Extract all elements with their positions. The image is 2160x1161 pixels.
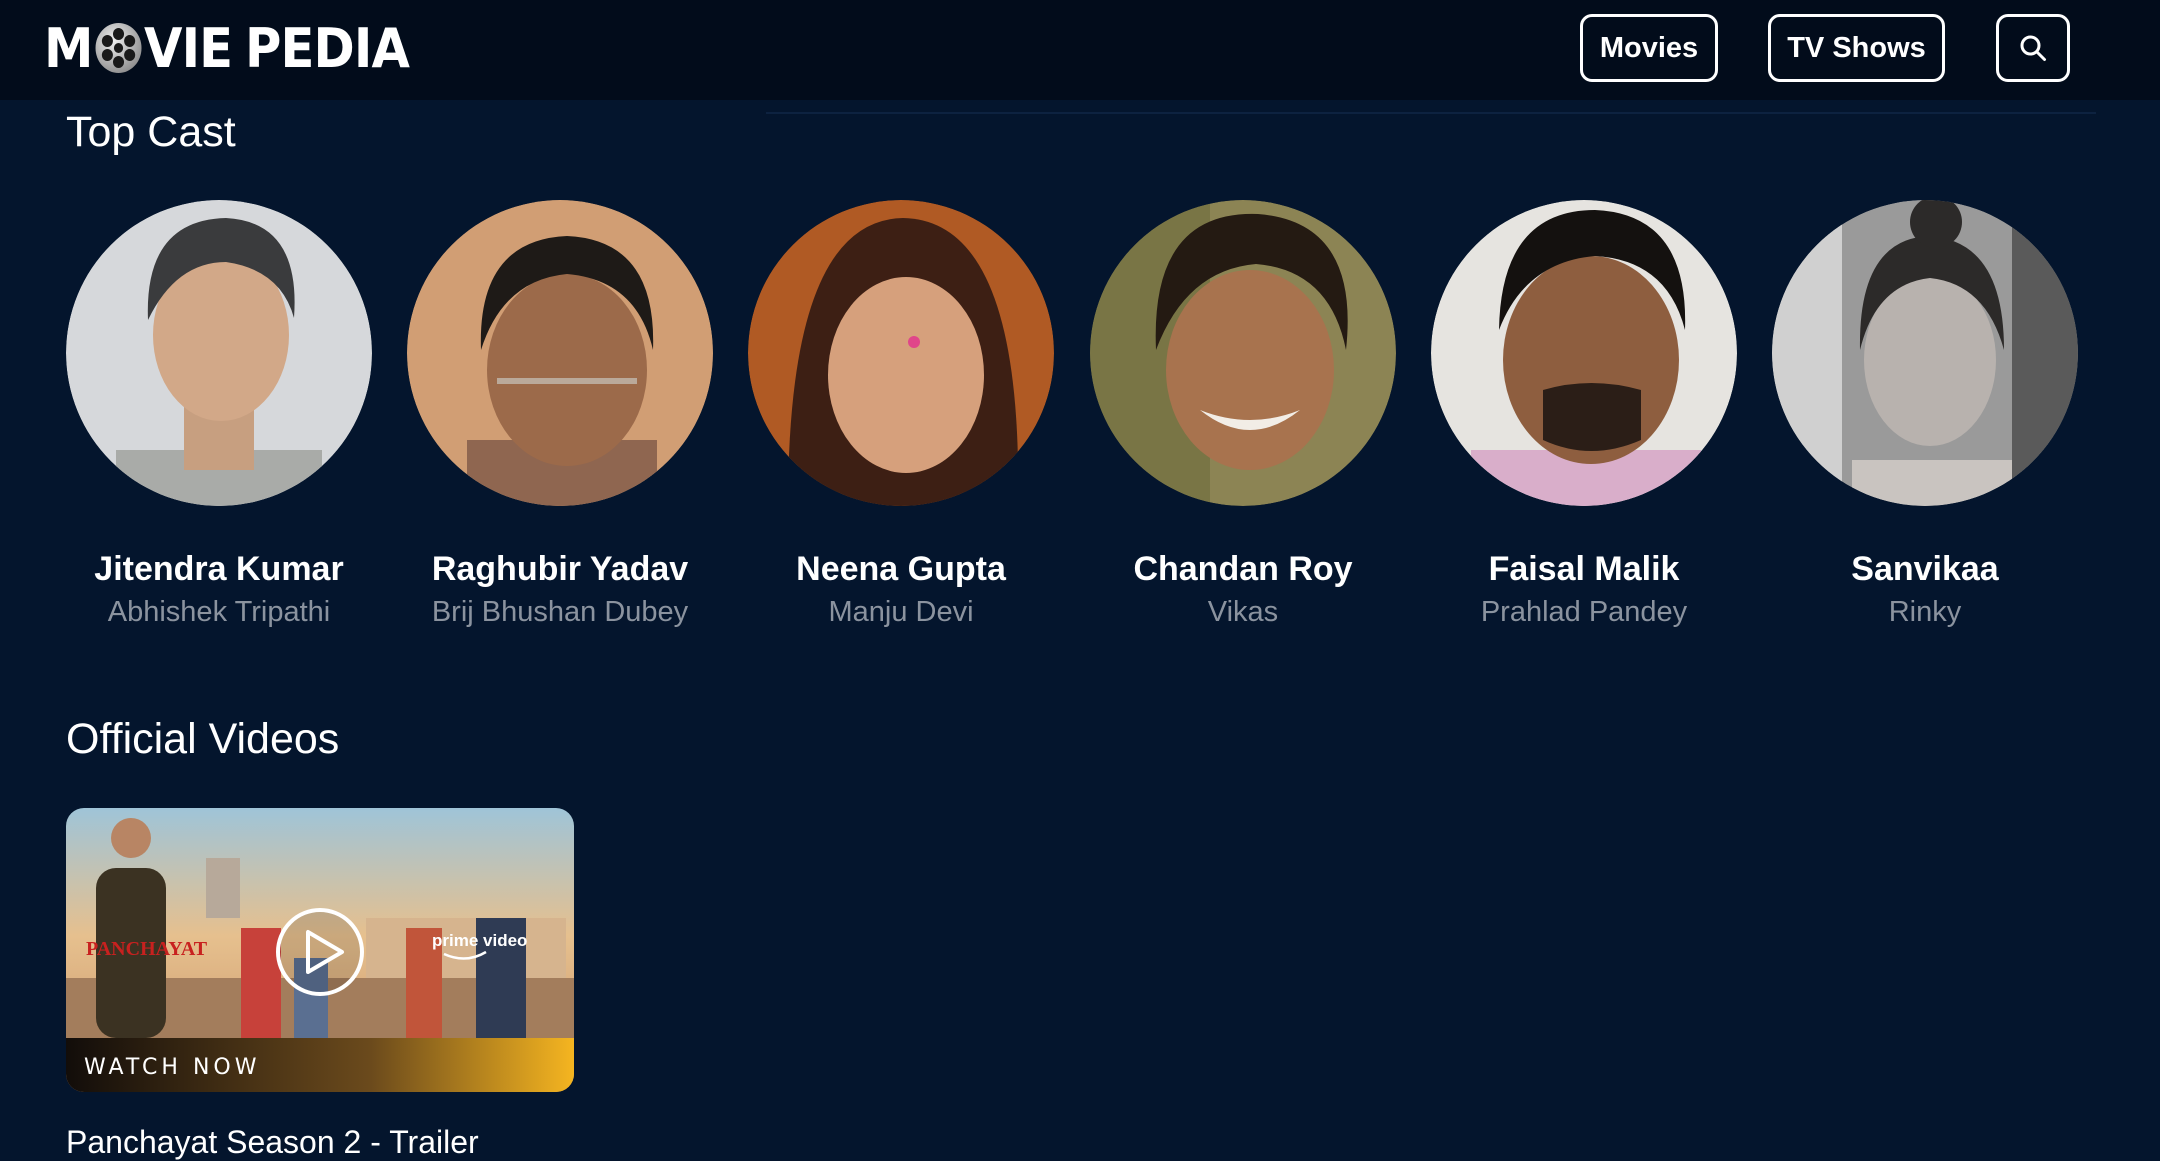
cast-name: Sanvikaa bbox=[1851, 550, 1999, 588]
site-logo[interactable]: M VIE PEDIA bbox=[44, 16, 410, 80]
cast-card[interactable]: Chandan Roy Vikas bbox=[1090, 200, 1396, 628]
tv-shows-nav-button[interactable]: TV Shows bbox=[1768, 14, 1945, 82]
video-thumbnail: PANCHAYAT prime video WATCH NOW bbox=[66, 808, 574, 1092]
cast-card[interactable]: Raghubir Yadav Brij Bhushan Dubey bbox=[407, 200, 713, 628]
cast-photo bbox=[1090, 200, 1396, 506]
section-divider bbox=[766, 112, 2096, 114]
site-header: M VIE PEDIA Movies TV Shows bbox=[0, 0, 2160, 100]
official-videos-heading: Official Videos bbox=[66, 715, 340, 763]
tv-shows-nav-label: TV Shows bbox=[1787, 31, 1926, 64]
cast-name: Neena Gupta bbox=[796, 550, 1006, 588]
logo-text-left: M bbox=[44, 16, 93, 80]
cast-card[interactable]: Jitendra Kumar Abhishek Tripathi bbox=[66, 200, 372, 628]
film-reel-icon bbox=[95, 23, 142, 73]
cast-character: Manju Devi bbox=[828, 596, 974, 628]
cast-photo bbox=[1772, 200, 2078, 506]
cast-name: Jitendra Kumar bbox=[94, 550, 344, 588]
cast-name: Raghubir Yadav bbox=[431, 550, 689, 588]
cast-character: Brij Bhushan Dubey bbox=[431, 596, 689, 628]
movies-nav-label: Movies bbox=[1599, 31, 1699, 64]
cast-card[interactable]: Neena Gupta Manju Devi bbox=[748, 200, 1054, 628]
cast-name: Chandan Roy bbox=[1133, 550, 1353, 588]
cast-character: Abhishek Tripathi bbox=[107, 596, 331, 628]
cast-character: Prahlad Pandey bbox=[1480, 596, 1688, 628]
watch-now-label: WATCH NOW bbox=[84, 1055, 260, 1080]
cast-photo bbox=[66, 200, 372, 506]
cast-card[interactable]: Faisal Malik Prahlad Pandey bbox=[1431, 200, 1737, 628]
logo-text-word2: PEDIA bbox=[245, 16, 410, 80]
cast-card[interactable]: Sanvikaa Rinky bbox=[1772, 200, 2078, 628]
top-cast-heading: Top Cast bbox=[66, 108, 236, 156]
play-icon[interactable] bbox=[276, 908, 364, 996]
video-title[interactable]: Panchayat Season 2 - Trailer bbox=[66, 1124, 479, 1161]
search-icon bbox=[2020, 35, 2046, 61]
cast-character: Vikas bbox=[1207, 596, 1279, 628]
thumbnail-brand: prime video bbox=[432, 931, 527, 950]
movies-nav-button[interactable]: Movies bbox=[1580, 14, 1718, 82]
cast-name: Faisal Malik bbox=[1488, 550, 1680, 588]
search-button[interactable] bbox=[1996, 14, 2070, 82]
cast-photo bbox=[407, 200, 713, 506]
video-card[interactable]: PANCHAYAT prime video WATCH NOW bbox=[66, 808, 574, 1092]
cast-photo bbox=[1431, 200, 1737, 506]
thumbnail-show-title: PANCHAYAT bbox=[86, 938, 208, 960]
cast-character: Rinky bbox=[1888, 596, 1962, 628]
cast-photo bbox=[748, 200, 1054, 506]
logo-text-right: VIE bbox=[144, 16, 233, 80]
